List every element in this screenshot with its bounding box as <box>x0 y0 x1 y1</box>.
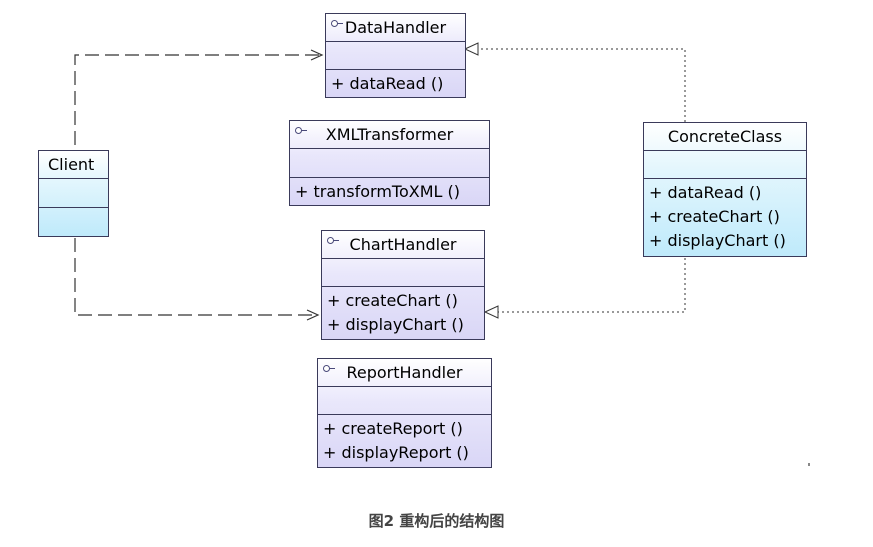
class-header: Client <box>39 151 108 179</box>
class-name: Client <box>48 155 95 174</box>
stray-mark <box>808 463 810 466</box>
operation: + dataRead () <box>331 74 444 93</box>
class-header: ChartHandler <box>322 231 484 259</box>
operations-compartment: + dataRead () + createChart () + display… <box>644 179 806 255</box>
class-datahandler: DataHandler + dataRead () <box>325 13 466 98</box>
operation: + dataRead () <box>649 183 762 202</box>
operations-compartment: + createReport () + displayReport () <box>318 415 491 467</box>
realization-concrete-datahandler <box>478 48 686 122</box>
class-header: ReportHandler <box>318 359 491 387</box>
class-concreteclass: ConcreteClass + dataRead () + createChar… <box>643 122 807 257</box>
realization-concrete-charthandler <box>498 258 686 313</box>
class-name: XMLTransformer <box>325 125 454 144</box>
operations-compartment: + transformToXML () <box>290 178 489 206</box>
operation: + createReport () <box>323 419 463 438</box>
class-xmltransformer: XMLTransformer + transformToXML () <box>289 120 490 206</box>
class-name: DataHandler <box>344 18 447 37</box>
operations-compartment: + dataRead () <box>326 70 465 98</box>
class-name: ChartHandler <box>349 235 457 254</box>
class-header: DataHandler <box>326 14 465 42</box>
interface-lollipop-icon <box>331 19 343 27</box>
operation: + displayChart () <box>649 231 786 250</box>
class-name: ConcreteClass <box>667 127 783 146</box>
operation: + createChart () <box>649 207 780 226</box>
operation: + createChart () <box>327 291 458 310</box>
class-reporthandler: ReportHandler + createReport () + displa… <box>317 358 492 468</box>
realization-arrowhead-datahandler <box>463 42 479 56</box>
class-client: Client <box>38 150 109 237</box>
attributes-compartment <box>326 42 465 70</box>
operation: + displayReport () <box>323 443 469 462</box>
figure-caption: 图2 重构后的结构图 <box>368 512 505 530</box>
class-header: XMLTransformer <box>290 121 489 149</box>
attributes-compartment <box>318 387 491 415</box>
attributes-compartment <box>39 179 108 208</box>
realization-arrowhead-charthandler <box>483 305 499 319</box>
uml-class-diagram: DataHandler + dataRead () XMLTransformer… <box>0 0 873 547</box>
class-name: ReportHandler <box>346 363 463 382</box>
operations-compartment: + createChart () + displayChart () <box>322 287 484 339</box>
interface-lollipop-icon <box>295 126 307 134</box>
class-charthandler: ChartHandler + createChart () + displayC… <box>321 230 485 340</box>
attributes-compartment <box>322 259 484 287</box>
operation: + displayChart () <box>327 315 464 334</box>
attributes-compartment <box>290 149 489 178</box>
interface-lollipop-icon <box>327 236 339 244</box>
dependency-client-charthandler <box>74 238 318 316</box>
dependency-client-datahandler <box>74 54 322 145</box>
class-header: ConcreteClass <box>644 123 806 151</box>
interface-lollipop-icon <box>323 364 335 372</box>
attributes-compartment <box>644 151 806 179</box>
operation: + transformToXML () <box>295 182 461 201</box>
